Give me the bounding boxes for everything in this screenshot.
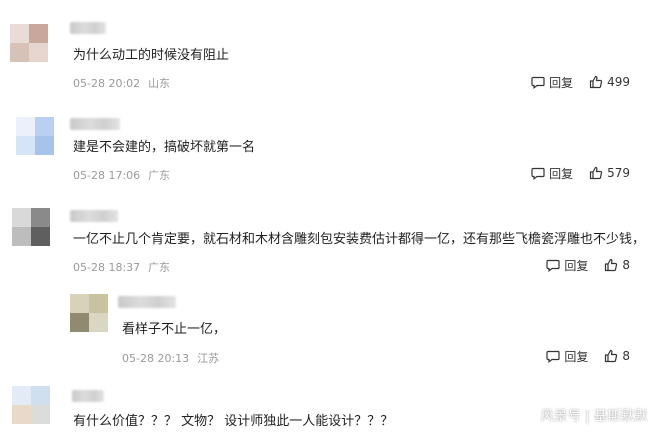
comment-location: 江苏: [197, 352, 220, 365]
comment-bubble-icon: [546, 259, 560, 272]
reply-label: 回复: [549, 75, 574, 90]
comment-actions: 回复 8: [546, 257, 630, 273]
like-count: 499: [607, 75, 630, 89]
comment-meta: 05-28 20:13 江苏: [122, 350, 219, 366]
avatar[interactable]: [16, 117, 54, 155]
comment-meta: 05-28 20:02 山东: [73, 75, 170, 91]
comment-date: 05-28 18:37: [73, 261, 141, 274]
reply-button[interactable]: 回复: [531, 74, 573, 91]
thumbs-up-icon: [589, 75, 603, 89]
reply-button[interactable]: 回复: [546, 348, 588, 365]
comment-location: 广东: [148, 169, 171, 182]
comment-text: 看样子不止一亿，: [122, 322, 227, 337]
like-count: 579: [607, 166, 630, 180]
watermark-author: 基斯默默: [593, 409, 648, 424]
like-count: 8: [622, 349, 630, 363]
username-blurred[interactable]: [70, 210, 118, 222]
watermark-source: 风景号: [540, 409, 582, 424]
comment-text: 建是不会建的，搞破坏就第一名: [73, 140, 256, 155]
avatar[interactable]: [70, 294, 108, 332]
source-watermark: 风景号 | 基斯默默: [541, 405, 648, 424]
comment-actions: 回复 8: [546, 348, 630, 364]
comment-location: 广东: [148, 261, 171, 274]
thumbs-up-icon: [605, 258, 618, 272]
username-blurred[interactable]: [70, 22, 106, 34]
comment-date: 05-28 20:13: [122, 352, 190, 365]
comment-text: 一亿不止几个肯定要，就石材和木材含雕刻包安装费估计都得一亿，还有那些飞檐瓷浮雕也…: [73, 232, 646, 247]
watermark-separator: |: [585, 409, 590, 424]
comment-date: 05-28 20:02: [73, 77, 141, 90]
username-blurred[interactable]: [72, 390, 104, 402]
reply-label: 回复: [564, 258, 589, 273]
comment-meta: 05-28 17:06 广东: [73, 167, 170, 183]
reply-label: 回复: [549, 166, 574, 181]
thumbs-up-icon: [589, 166, 603, 180]
comment-text: 为什么动工的时候没有阻止: [73, 48, 230, 63]
avatar[interactable]: [12, 208, 50, 246]
comment-bubble-icon: [531, 167, 545, 180]
username-blurred[interactable]: [70, 118, 120, 130]
reply-button[interactable]: 回复: [546, 257, 588, 274]
username-blurred[interactable]: [118, 296, 176, 308]
comment-actions: 回复 579: [531, 165, 630, 181]
avatar[interactable]: [10, 24, 48, 62]
comment-bubble-icon: [546, 350, 560, 363]
reply-button[interactable]: 回复: [531, 165, 573, 182]
like-count: 8: [622, 258, 630, 272]
thumbs-up-icon: [605, 349, 618, 363]
like-button[interactable]: 8: [604, 349, 630, 363]
avatar[interactable]: [12, 386, 50, 424]
reply-label: 回复: [564, 349, 589, 364]
like-button[interactable]: 8: [604, 258, 630, 272]
comment-text: 有什么价值？？？ 文物？ 设计师独此一人能设计？？？: [73, 414, 394, 429]
comment-actions: 回复 499: [531, 74, 630, 90]
comment-bubble-icon: [531, 76, 545, 89]
comment-location: 山东: [148, 77, 171, 90]
comment-date: 05-28 17:06: [73, 169, 141, 182]
like-button[interactable]: 499: [589, 75, 630, 89]
comment-meta: 05-28 18:37 广东: [73, 259, 170, 275]
like-button[interactable]: 579: [589, 166, 630, 180]
